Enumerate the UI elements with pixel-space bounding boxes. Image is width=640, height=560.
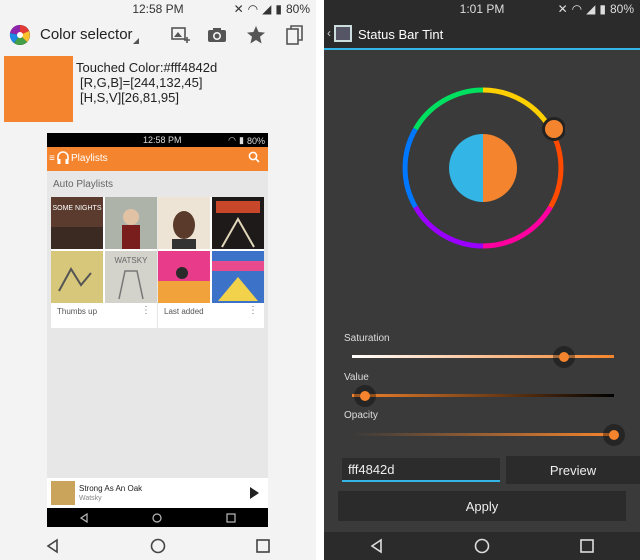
wifi-icon: ◠ (228, 135, 237, 145)
value-slider-track[interactable] (352, 394, 614, 397)
screenshot-section-label: Auto Playlists (53, 179, 114, 190)
battery-level: 80% (285, 2, 310, 16)
album-cover: SOME NIGHTS (51, 197, 103, 249)
saturation-label: Saturation (344, 333, 390, 344)
overflow-icon: ⋮ (141, 305, 151, 316)
screenshot-nav-bar (47, 508, 268, 527)
album-text: WATSKY (115, 256, 149, 265)
touched-color-rgb: [R,G,B]=[244,132,45] (80, 75, 203, 90)
app-title[interactable]: Color selector (40, 26, 133, 43)
recents-icon[interactable] (579, 538, 595, 554)
album-cover: WATSKY (105, 251, 157, 303)
copy-icon[interactable] (284, 24, 306, 46)
home-icon[interactable] (150, 538, 166, 554)
album-cover (212, 197, 264, 249)
add-image-icon[interactable] (170, 24, 192, 46)
color-wheel[interactable] (401, 86, 565, 250)
overflow-icon: ⋮ (248, 305, 258, 316)
app-icon[interactable] (334, 25, 352, 42)
home-icon[interactable] (474, 538, 490, 554)
dropdown-indicator-icon[interactable] (133, 38, 139, 44)
wheel-thumb[interactable] (545, 120, 563, 138)
recents-icon[interactable] (255, 538, 271, 554)
search-icon (248, 151, 260, 166)
now-playing-title: Strong As An Oak (79, 484, 143, 493)
screenshot-app-bar: ≡ Playlists (47, 147, 268, 171)
star-icon[interactable] (245, 24, 267, 46)
headphones-icon (57, 151, 69, 164)
up-caret-icon[interactable]: ‹ (327, 26, 331, 40)
album-text: SOME NIGHTS (52, 205, 101, 212)
play-icon (250, 487, 259, 499)
saturation-slider-thumb[interactable] (553, 346, 576, 368)
mute-icon: ✕ (557, 2, 568, 16)
album-cover (212, 251, 264, 303)
album-cover (51, 251, 103, 303)
screenshot-title: Playlists (71, 153, 108, 164)
value-slider-thumb[interactable] (354, 385, 377, 407)
wifi-icon: ◠ (571, 2, 583, 16)
battery-icon: ▮ (239, 135, 244, 145)
hex-color-input[interactable] (342, 458, 500, 482)
color-selector-screen: 12:58 PM ✕ ◠ ◢ ▮ 80% Color selector Touc… (0, 0, 316, 560)
playlist-label: Last added (164, 307, 204, 316)
now-playing-art (51, 481, 75, 505)
now-playing-bar: Strong As An Oak Watsky (47, 478, 268, 508)
touched-color-hsv: [H,S,V][26,81,95] (80, 90, 180, 105)
selected-color-half (483, 134, 517, 202)
app-title: Status Bar Tint (358, 27, 444, 42)
status-bar-tint-screen: 1:01 PM ✕ ◠ ◢ ▮ 80% ‹ Status Bar Tint Sa… (324, 0, 640, 560)
touched-color-hex: Touched Color:#fff4842d (76, 60, 218, 75)
wifi-icon: ◠ (247, 2, 259, 16)
battery-icon: ▮ (599, 2, 606, 16)
signal-icon: ◢ (262, 2, 272, 16)
opacity-slider-thumb[interactable] (603, 424, 625, 446)
pane-divider (316, 0, 324, 560)
now-playing-artist: Watsky (79, 495, 102, 502)
original-color-half (449, 134, 483, 202)
home-icon (152, 512, 163, 523)
back-icon (79, 512, 88, 523)
playlist-card: Last added ⋮ (158, 197, 264, 328)
touched-color-info: Touched Color:#fff4842d [R,G,B]=[244,132… (76, 60, 217, 105)
app-bar: ‹ Status Bar Tint (324, 18, 640, 50)
playlist-label: Thumbs up (57, 307, 98, 316)
back-icon[interactable] (369, 538, 385, 554)
album-cover (105, 197, 157, 249)
app-bar-accent-line (324, 48, 640, 50)
album-cover (158, 251, 210, 303)
opacity-label: Opacity (344, 410, 378, 421)
nav-bar (324, 532, 640, 560)
album-cover (158, 197, 210, 249)
playlist-card: SOME NIGHTS WATSKY Thumbs up ⋮ (51, 197, 157, 328)
status-bar: 1:01 PM ✕ ◠ ◢ ▮ 80% (324, 0, 640, 18)
back-icon[interactable] (45, 538, 61, 554)
battery-level: 80% (609, 2, 634, 16)
apply-button[interactable]: Apply (338, 491, 626, 521)
touched-color-swatch (4, 56, 73, 122)
menu-icon: ≡ (49, 153, 55, 164)
captured-screenshot[interactable]: 12:58 PM ◠ ▮ 80% ≡ Playlists Auto Playlist… (47, 133, 268, 527)
battery-icon: ▮ (275, 2, 282, 16)
camera-icon[interactable] (206, 24, 228, 46)
value-label: Value (344, 372, 369, 383)
nav-bar (0, 532, 316, 560)
opacity-slider-track[interactable] (352, 433, 614, 436)
mute-icon: ✕ (233, 2, 244, 16)
preview-button[interactable]: Preview (506, 456, 640, 484)
app-logo-icon[interactable] (9, 24, 31, 46)
status-bar: 12:58 PM ✕ ◠ ◢ ▮ 80% (0, 0, 316, 18)
app-bar: Color selector (0, 18, 316, 52)
screenshot-status-bar: 12:58 PM ◠ ▮ 80% (47, 133, 268, 147)
signal-icon: ◢ (586, 2, 596, 16)
recents-icon (226, 512, 236, 523)
